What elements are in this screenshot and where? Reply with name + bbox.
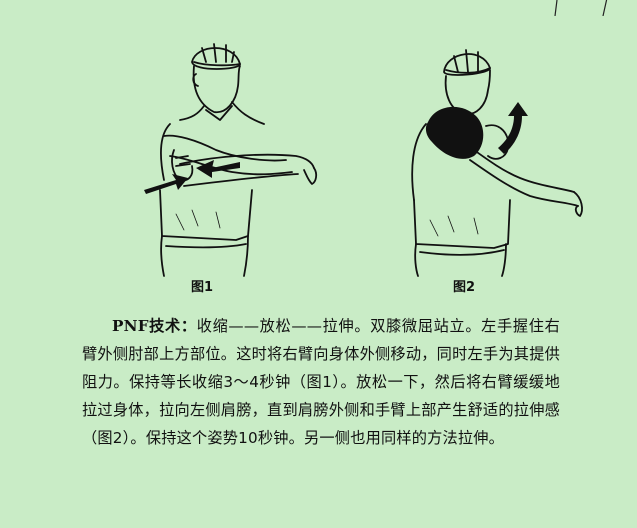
- figure-1-illustration: [136, 40, 326, 278]
- instruction-paragraph: PNF技术：收缩——放松——拉伸。双膝微屈站立。左手握住右臂外侧肘部上方部位。这…: [82, 312, 560, 452]
- technique-title: PNF技术：: [112, 317, 197, 335]
- figure-1-caption: 图1: [190, 280, 214, 295]
- figure-2-illustration: [390, 30, 600, 278]
- corner-decoration: [554, 0, 608, 16]
- page: 图1 图2 PNF技术：收缩——放松——拉伸。双膝微屈站立。左手握住右臂外侧肘部…: [0, 0, 637, 528]
- figure-2-caption: 图2: [452, 280, 476, 295]
- instruction-text: 收缩——放松——拉伸。双膝微屈站立。左手握住右臂外侧肘部上方部位。这时将右臂向身…: [82, 317, 560, 447]
